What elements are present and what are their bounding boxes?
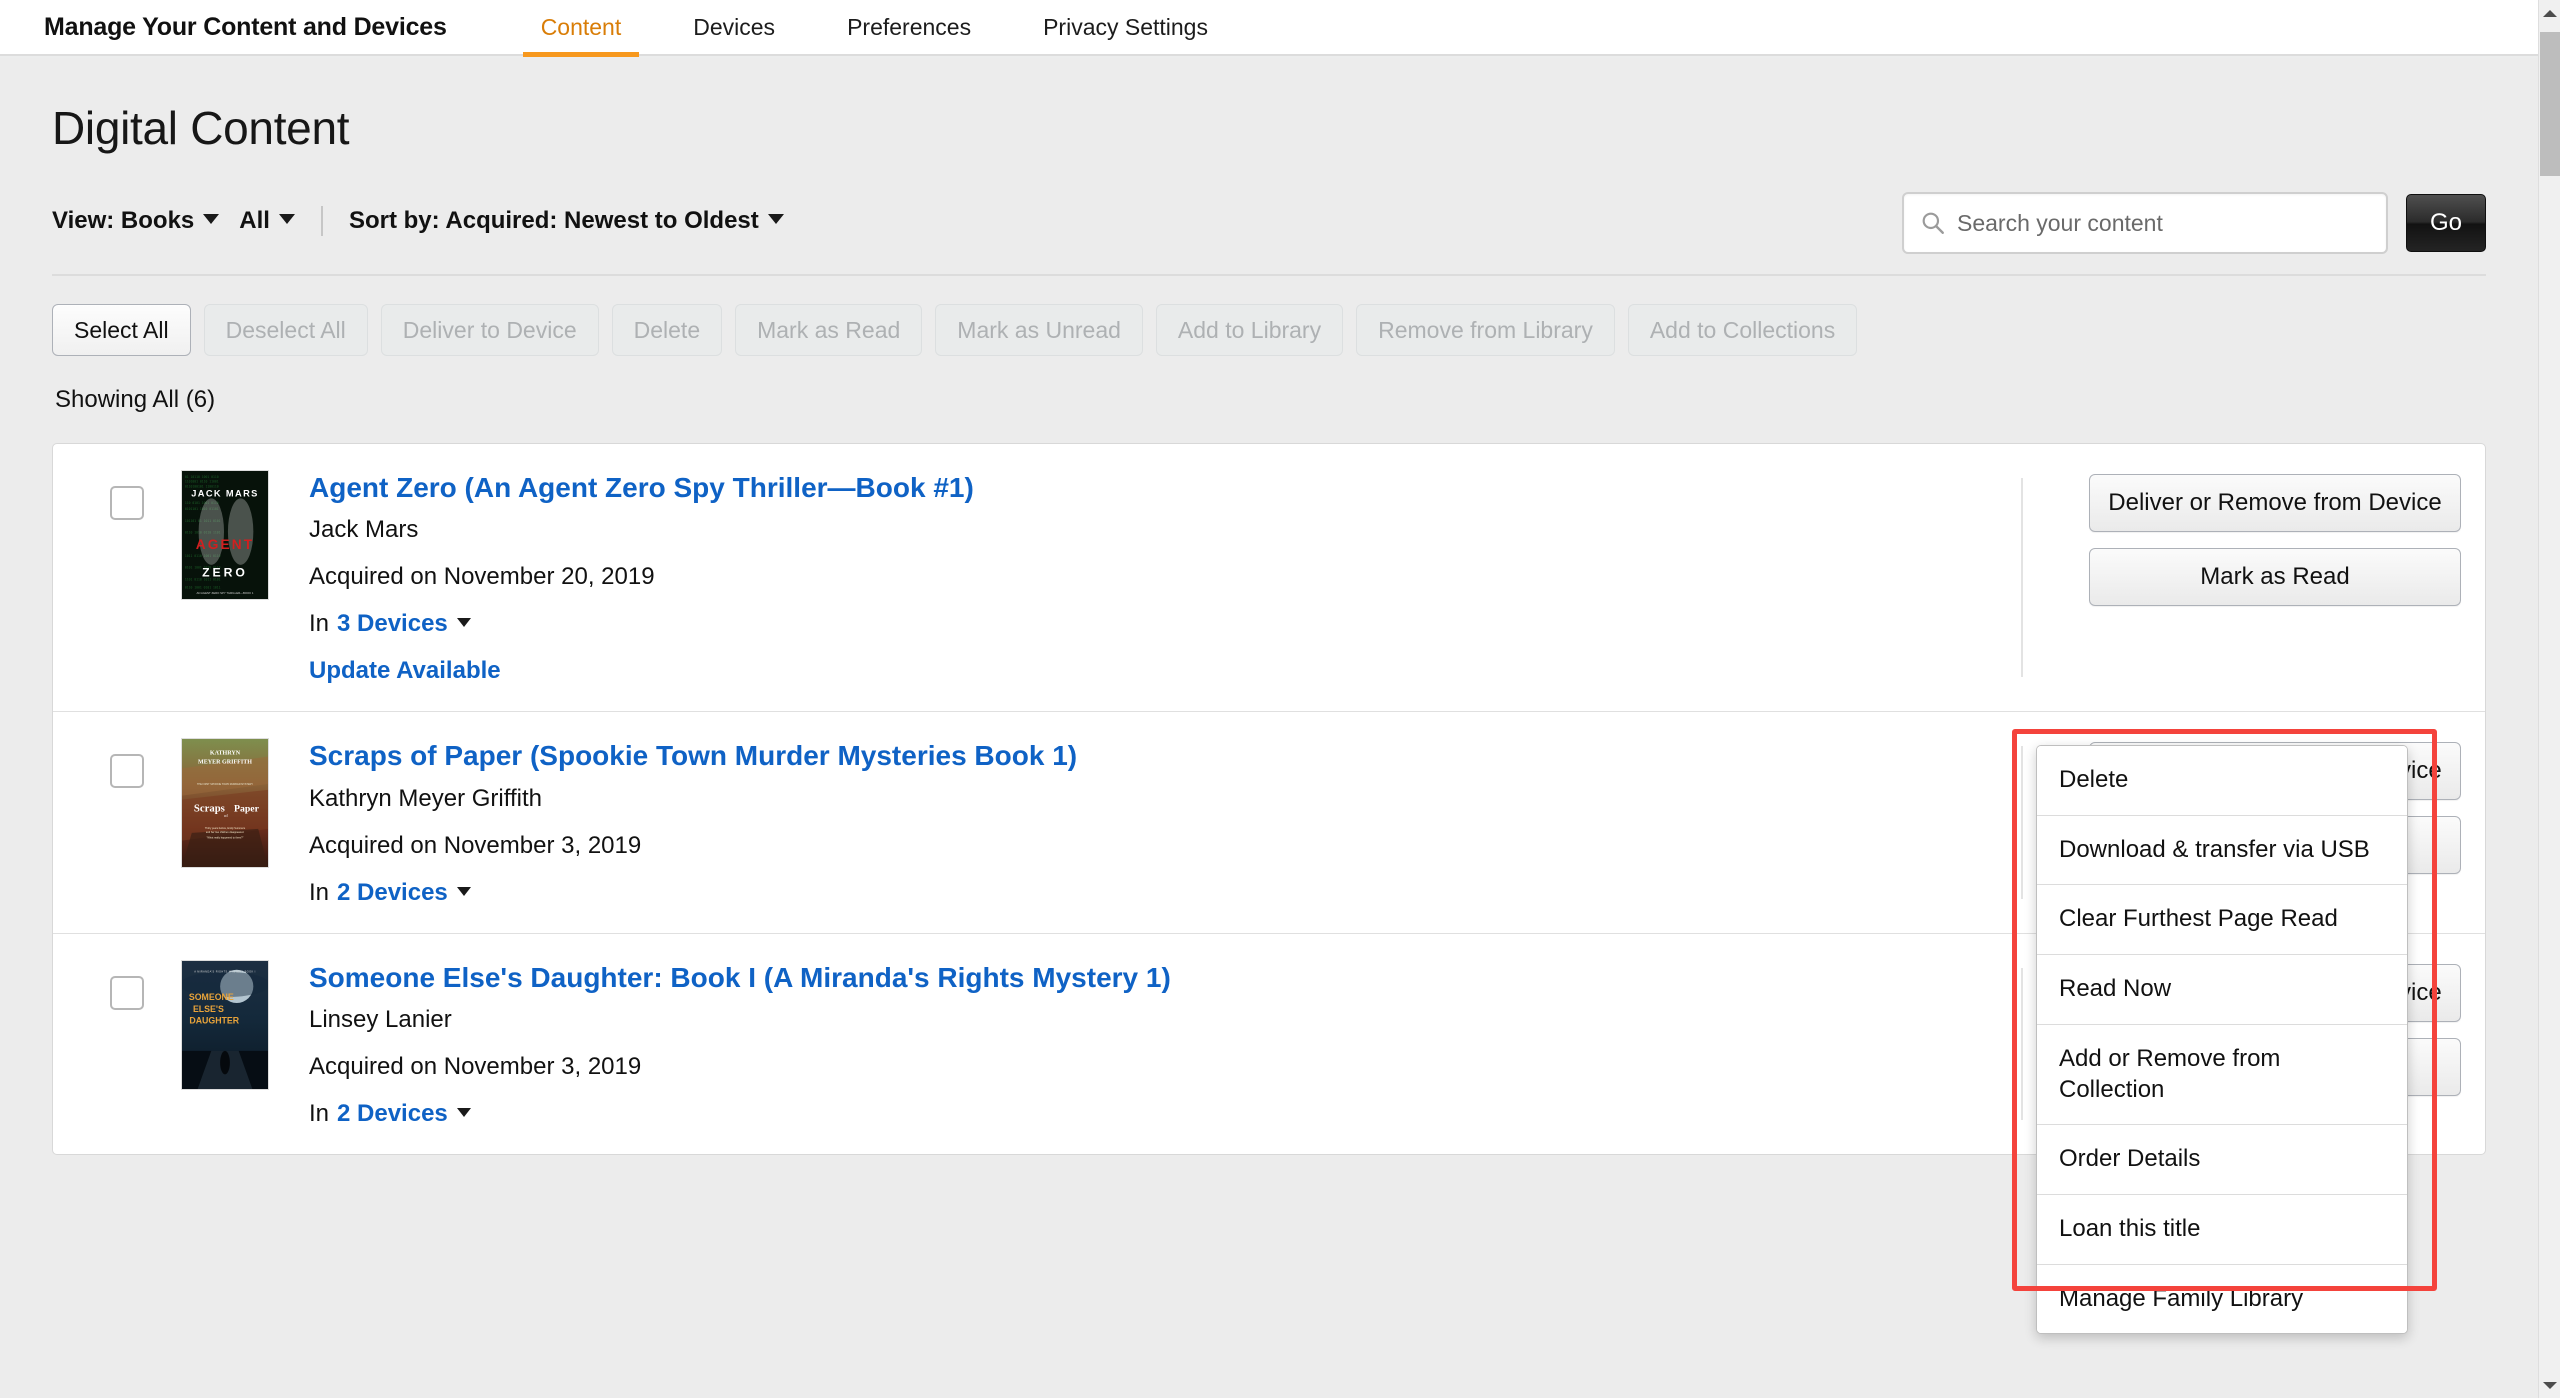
- menu-item-read-now[interactable]: Read Now: [2037, 954, 2407, 1024]
- book-cover-image[interactable]: KATHRYN MEYER GRIFFITH THE FIRST SPOOKIE…: [181, 738, 269, 869]
- sort-by-label: Sort by: Acquired: Newest to Oldest: [348, 207, 759, 234]
- add-to-collections-button: Add to Collections: [1627, 304, 1858, 356]
- search-input[interactable]: [1957, 209, 2370, 237]
- chevron-down-icon: [203, 214, 220, 224]
- deliver-or-remove-from-device-button[interactable]: Deliver or Remove from Device: [2089, 474, 2461, 532]
- svg-text:JACK MARS: JACK MARS: [191, 488, 258, 498]
- svg-text:KATHRYN: KATHRYN: [210, 751, 241, 757]
- mark-as-read-button[interactable]: Mark as Read: [2089, 548, 2461, 606]
- select-all-button[interactable]: Select All: [52, 304, 191, 356]
- in-label: In: [309, 878, 330, 906]
- book-title-link[interactable]: Scraps of Paper (Spookie Town Murder Mys…: [309, 740, 1077, 772]
- row-checkbox[interactable]: [110, 975, 144, 1010]
- book-title-link[interactable]: Someone Else's Daughter: Book I (A Miran…: [309, 962, 1171, 994]
- in-label: In: [309, 1100, 330, 1128]
- row-action-buttons: Deliver or Remove from Device Mark as Re…: [2089, 474, 2461, 606]
- search-area: Go: [1902, 192, 2486, 254]
- browser-viewport: Manage Your Content and Devices Content …: [0, 0, 2560, 1398]
- svg-text:SOMEONE: SOMEONE: [189, 992, 234, 1002]
- book-title-link[interactable]: Agent Zero (An Agent Zero Spy Thriller—B…: [309, 472, 974, 504]
- sort-by-dropdown[interactable]: Sort by: Acquired: Newest to Oldest: [349, 207, 784, 235]
- chevron-down-icon: [278, 214, 295, 224]
- bulk-action-toolbar: Select All Deselect All Deliver to Devic…: [52, 304, 2538, 356]
- menu-item-manage-family-library[interactable]: Manage Family Library: [2037, 1263, 2407, 1334]
- svg-text:and her two children disappear: and her two children disappeared.: [206, 831, 244, 834]
- nav-tabs: Content Devices Preferences Privacy Sett…: [505, 0, 1244, 57]
- svg-text:Paper: Paper: [234, 804, 260, 815]
- svg-text:DAUGHTER: DAUGHTER: [189, 1015, 239, 1025]
- menu-item-order-details[interactable]: Order Details: [2037, 1124, 2407, 1195]
- chevron-down-icon: [767, 214, 784, 224]
- svg-text:AN AGENT ZERO SPY THRILLER—BOO: AN AGENT ZERO SPY THRILLER—BOOK 1: [196, 591, 253, 595]
- update-available-link[interactable]: Update Available: [309, 657, 2485, 685]
- top-navigation-bar: Manage Your Content and Devices Content …: [0, 0, 2538, 57]
- book-cover-image[interactable]: A MIRANDA'S RIGHTS MYSTERY BOOK I SOMEON…: [181, 959, 269, 1090]
- search-icon: [1922, 212, 1944, 234]
- search-box[interactable]: [1902, 192, 2388, 254]
- view-all-dropdown[interactable]: All: [239, 207, 295, 235]
- book-devices-row: In 3 Devices: [309, 610, 2485, 638]
- filter-controls: View: Books All Sort by: Acquired: Newes…: [52, 206, 784, 236]
- deliver-to-device-button: Deliver to Device: [380, 304, 599, 356]
- delete-button: Delete: [611, 304, 723, 356]
- table-row: 01 10110 1001 0110 1101001 0110 11001 01…: [53, 444, 2485, 711]
- svg-text:"What really happened to them?: "What really happened to them?": [207, 837, 244, 840]
- row-checkbox[interactable]: [110, 754, 144, 789]
- deselect-all-button: Deselect All: [203, 304, 368, 356]
- view-all-label: All: [239, 207, 270, 234]
- chevron-down-icon: [456, 618, 471, 628]
- svg-text:0110 1001 0101 1011: 0110 1001 0101 1011: [185, 585, 221, 589]
- mark-as-unread-button: Mark as Unread: [935, 304, 1143, 356]
- row-divider: [2021, 478, 2023, 678]
- svg-text:of: of: [224, 814, 228, 819]
- menu-item-delete[interactable]: Delete: [2037, 746, 2407, 815]
- svg-text:AGENT: AGENT: [196, 537, 255, 552]
- view-books-dropdown[interactable]: View: Books: [52, 207, 220, 235]
- svg-text:THE FIRST SPOOKIE TOWN MURDER: THE FIRST SPOOKIE TOWN MURDER MYSTERY: [197, 783, 253, 786]
- page-title: Digital Content: [52, 102, 350, 154]
- menu-item-clear-furthest-page-read[interactable]: Clear Furthest Page Read: [2037, 884, 2407, 955]
- filter-and-search-row: View: Books All Sort by: Acquired: Newes…: [52, 192, 2486, 276]
- tab-devices[interactable]: Devices: [657, 0, 811, 55]
- svg-text:MEYER GRIFFITH: MEYER GRIFFITH: [198, 760, 252, 766]
- tab-preferences[interactable]: Preferences: [811, 0, 1007, 55]
- tab-content[interactable]: Content: [505, 0, 658, 57]
- view-books-label: View: Books: [52, 207, 195, 234]
- scrollbar-thumb[interactable]: [2540, 32, 2560, 176]
- row-divider: [2021, 967, 2023, 1121]
- scroll-up-arrow-icon[interactable]: [2539, 2, 2560, 24]
- devices-link[interactable]: 2 Devices: [337, 1100, 448, 1128]
- menu-item-loan-this-title[interactable]: Loan this title: [2037, 1194, 2407, 1264]
- scroll-down-arrow-icon[interactable]: [2539, 1374, 2560, 1396]
- book-actions-dropdown-menu: Delete Download & transfer via USB Clear…: [2036, 745, 2408, 1335]
- filter-divider: [320, 206, 323, 236]
- menu-item-download-transfer-via-usb[interactable]: Download & transfer via USB: [2037, 814, 2407, 885]
- devices-link[interactable]: 3 Devices: [337, 610, 448, 638]
- add-to-library-button: Add to Library: [1155, 304, 1344, 356]
- svg-text:1101001 0110 11001: 1101001 0110 11001: [185, 480, 219, 484]
- devices-link[interactable]: 2 Devices: [337, 879, 448, 907]
- menu-item-add-or-remove-from-collection[interactable]: Add or Remove from Collection: [2037, 1023, 2407, 1125]
- app-brand-title: Manage Your Content and Devices: [44, 12, 447, 41]
- showing-count-label: Showing All (6): [55, 386, 216, 413]
- row-divider: [2021, 746, 2023, 899]
- chevron-down-icon: [456, 886, 471, 896]
- remove-from-library-button: Remove from Library: [1356, 304, 1615, 356]
- svg-text:ELSE'S: ELSE'S: [193, 1004, 224, 1014]
- book-cover-image[interactable]: 01 10110 1001 0110 1101001 0110 11001 01…: [181, 470, 269, 601]
- tab-privacy-settings[interactable]: Privacy Settings: [1007, 0, 1244, 55]
- in-label: In: [309, 610, 330, 638]
- svg-text:01 10110 1001 0110: 01 10110 1001 0110: [185, 475, 219, 479]
- vertical-scrollbar[interactable]: [2538, 0, 2560, 1398]
- row-checkbox[interactable]: [110, 486, 144, 520]
- svg-text:A MIRANDA'S RIGHTS MYSTERY BOO: A MIRANDA'S RIGHTS MYSTERY BOOK I: [194, 971, 256, 974]
- search-go-button[interactable]: Go: [2406, 194, 2486, 252]
- mark-as-read-button: Mark as Read: [735, 304, 923, 356]
- svg-text:Thirty years before, Emily Sum: Thirty years before, Emily Summers: [205, 827, 246, 830]
- chevron-down-icon: [456, 1108, 471, 1118]
- svg-text:ZERO: ZERO: [202, 566, 248, 580]
- svg-text:Scraps: Scraps: [194, 803, 225, 815]
